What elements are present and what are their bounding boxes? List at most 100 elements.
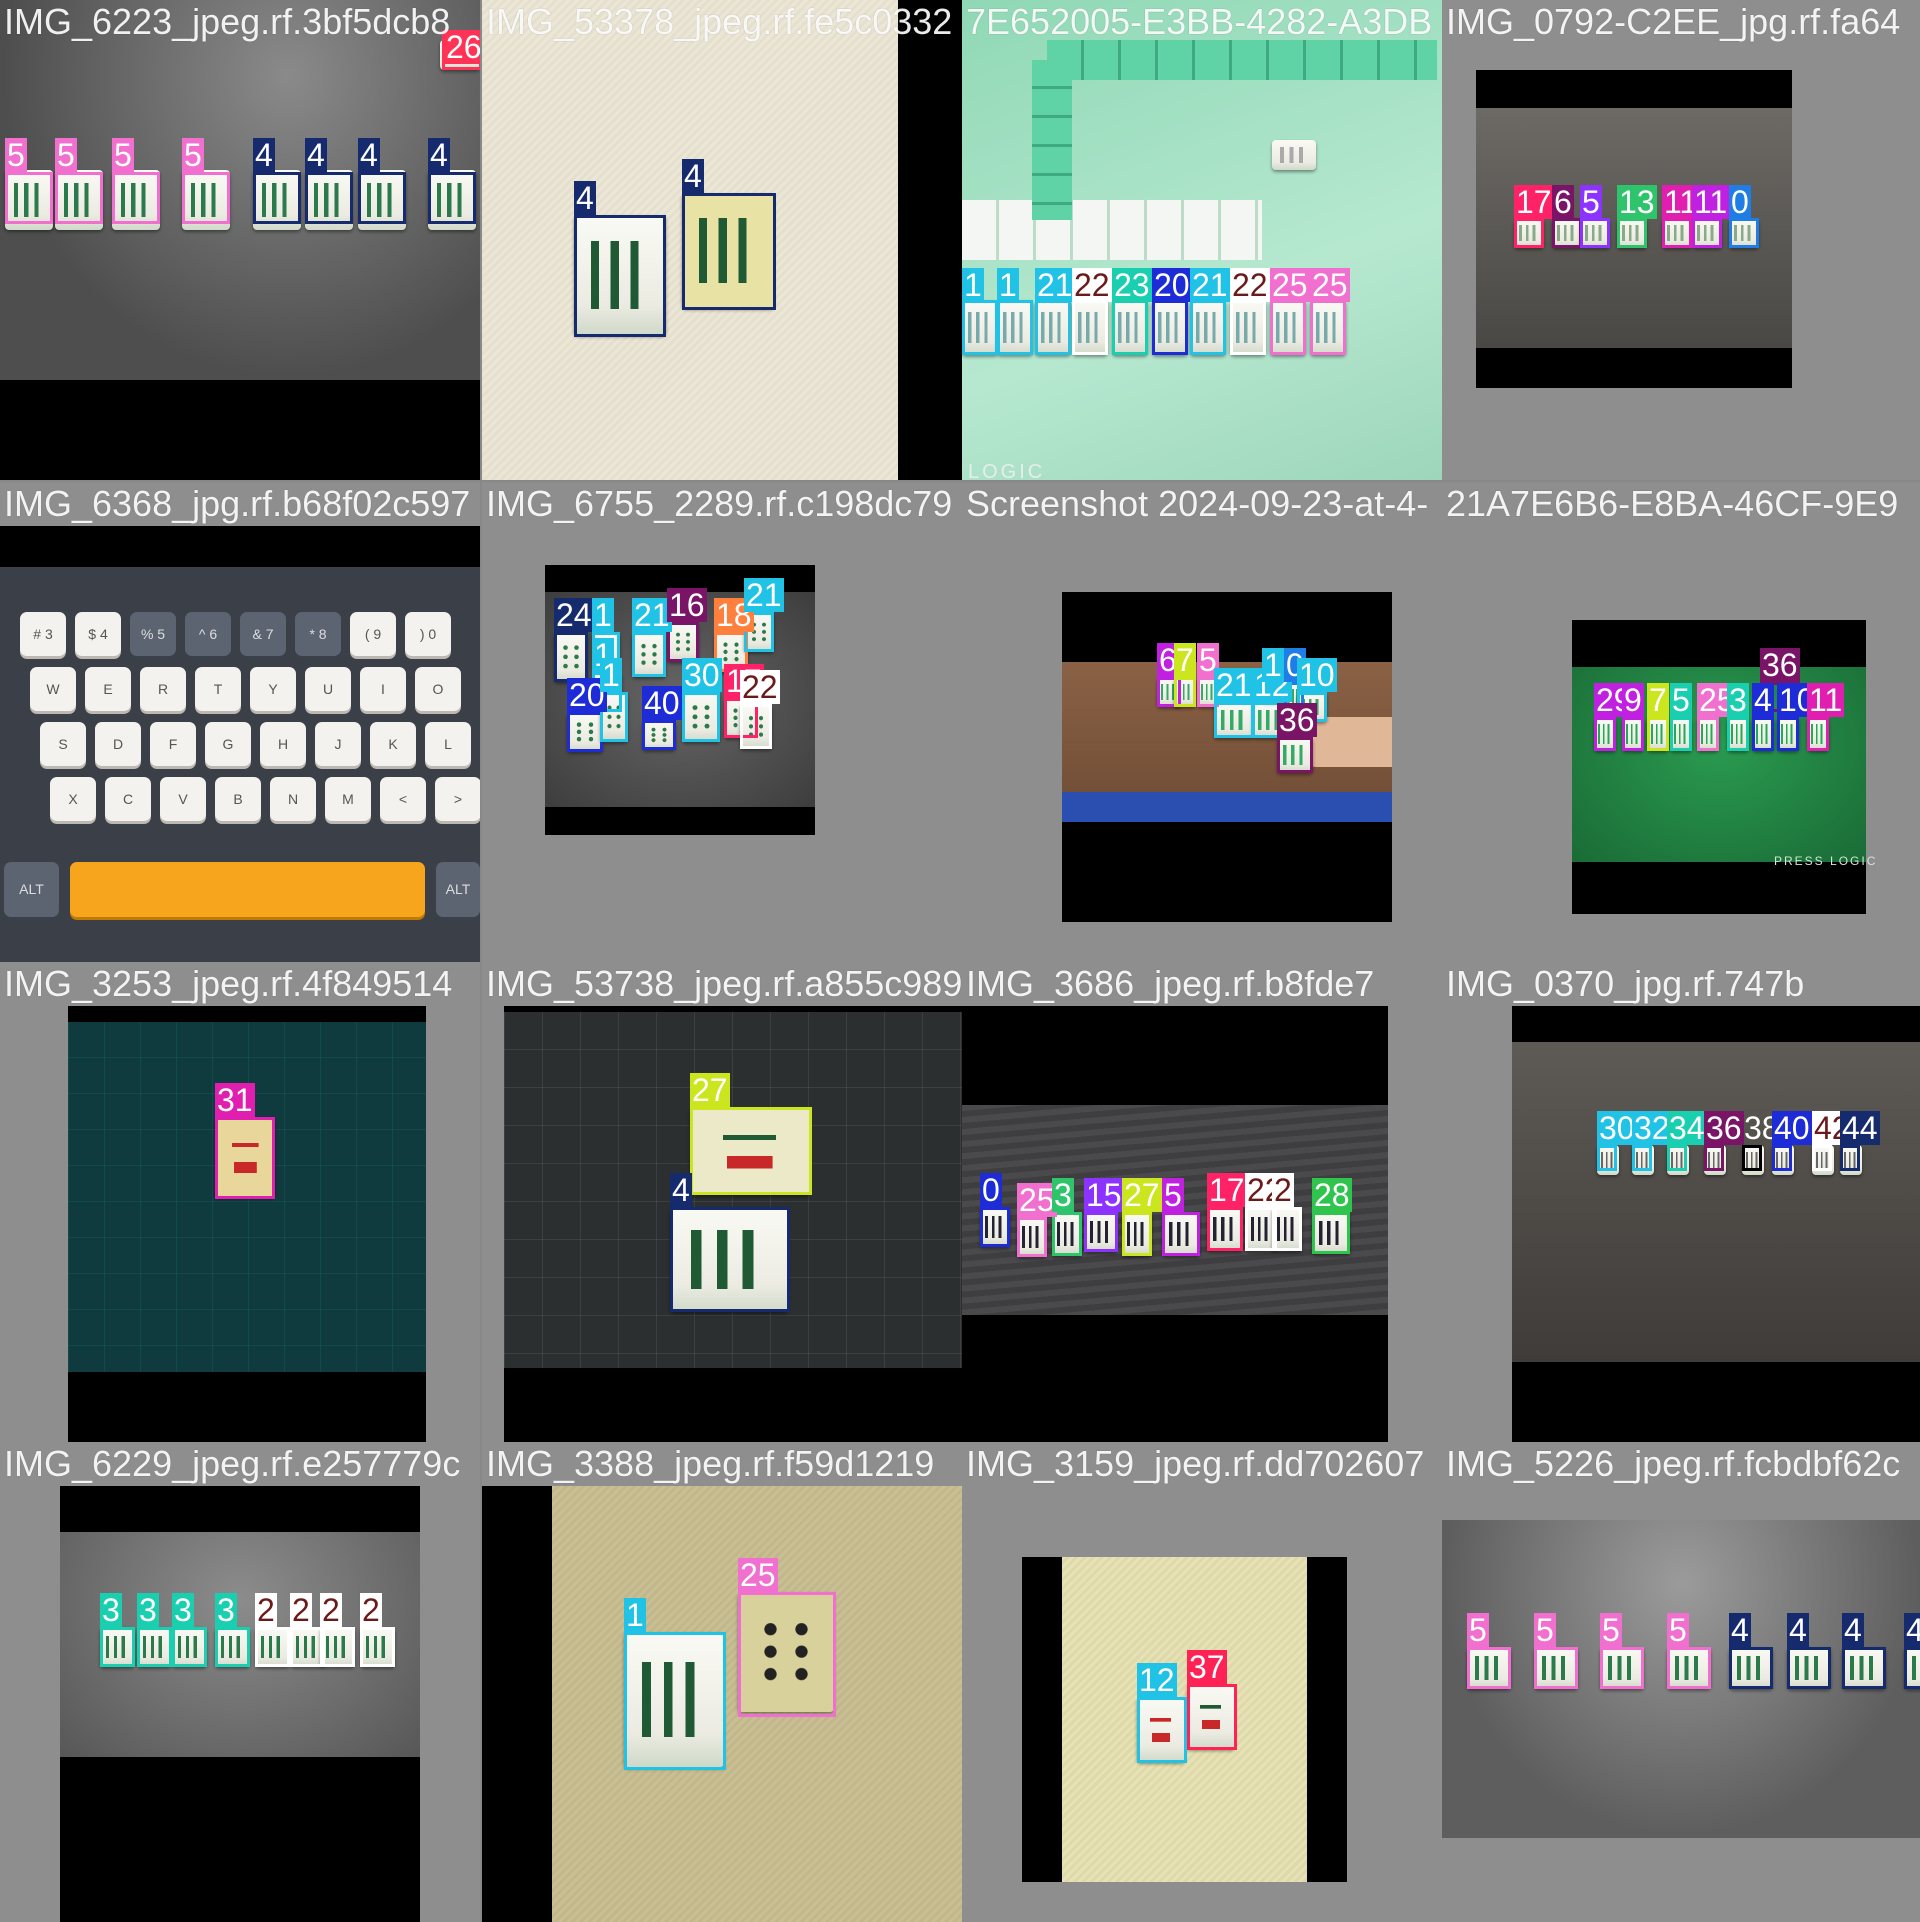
detection-box — [1112, 300, 1148, 355]
detection-box — [1174, 677, 1196, 707]
keyboard-key: ( 9 — [350, 612, 396, 656]
detection-label: 4 — [1842, 1612, 1864, 1648]
detection-box — [305, 172, 353, 224]
keyboard-key: N — [270, 777, 316, 821]
detection-label: 3 — [137, 1592, 159, 1628]
detection-label: 1 — [592, 597, 614, 633]
detection-label: 25 — [738, 1557, 778, 1593]
keyboard-key: L — [425, 722, 471, 766]
detection-box — [1084, 1212, 1118, 1252]
cell-title: IMG_5226_jpeg.rf.fcbdbf62c — [1446, 1443, 1901, 1484]
detection-box — [320, 1627, 355, 1667]
cell-title: IMG_3388_jpeg.rf.f59d1219 — [486, 1443, 935, 1484]
keyboard-key: D — [95, 722, 141, 766]
detection-box — [1692, 218, 1722, 248]
detection-box — [358, 172, 406, 224]
detection-box — [1742, 1145, 1762, 1171]
detection-box — [738, 1592, 836, 1717]
detection-label: 3 — [1052, 1177, 1074, 1213]
keyboard-key: R — [140, 667, 186, 711]
cell-title: IMG_6229_jpeg.rf.e257779c — [4, 1443, 461, 1484]
detection-label: 4 — [670, 1172, 692, 1208]
detection-box — [1152, 300, 1188, 355]
detection-label: 4 — [1904, 1613, 1920, 1647]
detection-label: 5 — [1667, 1612, 1689, 1648]
keyboard-key: C — [105, 777, 151, 821]
tile-symbol — [1279, 146, 1309, 164]
detection-box — [632, 632, 666, 677]
detection-box — [1137, 1697, 1187, 1763]
detection-box — [1162, 1212, 1200, 1256]
detection-label: 40 — [642, 685, 682, 721]
detection-box — [1729, 218, 1759, 248]
detection-box — [1662, 218, 1692, 248]
detection-box — [1840, 1145, 1860, 1171]
detection-label: 5 — [55, 137, 77, 173]
detection-box — [1600, 1647, 1644, 1689]
detection-label: 5 — [5, 137, 27, 173]
cell-title: 21A7E6B6-E8BA-46CF-9E9 — [1446, 483, 1899, 524]
detection-box — [428, 172, 476, 224]
detection-box — [740, 704, 772, 749]
keyboard-key: M — [325, 777, 371, 821]
detection-label: 13 — [1617, 184, 1657, 220]
detection-box — [1277, 737, 1313, 773]
detection-label: 4 — [574, 180, 596, 216]
detection-box — [642, 720, 676, 750]
cell-title: IMG_3253_jpeg.rf.4f849514 — [4, 963, 453, 1004]
detection-label: 4 — [253, 137, 275, 173]
detection-box — [182, 172, 230, 224]
detection-box — [1667, 1647, 1711, 1689]
watermark: LOGIC — [968, 461, 1046, 480]
grid-cell-16: IMG_5226_jpeg.rf.fcbdbf62c 5 5 5 5 4 4 4 4 — [1442, 1442, 1920, 1922]
detection-box — [1072, 300, 1108, 355]
cell-title: IMG_0792-C2EE_jpg.rf.fa64 — [1446, 1, 1901, 42]
detection-box — [1647, 717, 1669, 751]
blue-cloth — [1062, 792, 1392, 822]
detection-label: 12 — [1137, 1662, 1177, 1698]
detection-label: 40 — [1772, 1110, 1812, 1146]
detection-label: 7 — [1647, 682, 1669, 718]
detection-label: 4 — [428, 137, 450, 173]
grid-cell-15: IMG_3159_jpeg.rf.dd702607 12 37 — [962, 1442, 1442, 1922]
grid-cell-4: IMG_0792-C2EE_jpg.rf.fa64 17 6 5 13 11 11 0 — [1442, 0, 1920, 480]
detection-label: 2 — [360, 1592, 382, 1628]
detection-box — [962, 300, 998, 355]
detection-box — [1122, 1212, 1152, 1256]
detection-label: 28 — [1312, 1177, 1352, 1213]
detection-label: 3 — [172, 1592, 194, 1628]
detection-label: 10 — [1297, 657, 1337, 693]
detection-label: 21 — [1190, 267, 1230, 303]
grid-cell-7: Screenshot 2024-09-23-at-4- 6 7 5 21 12 1 0 10 36 — [962, 482, 1442, 962]
black-padding — [0, 380, 480, 480]
detection-box — [1552, 218, 1582, 248]
cell-title: IMG_6368_jpg.rf.b68f02c597 — [4, 483, 471, 524]
detection-box — [1514, 218, 1544, 248]
keyboard-key: # 3 — [20, 612, 66, 656]
detection-label: 5 — [1467, 1612, 1489, 1648]
detection-box — [255, 1627, 290, 1667]
grid-cell-1: IMG_6223_jpeg.rf.3bf5dcb8 5 5 5 5 4 4 4 4 26 — [0, 0, 480, 480]
cell-title: IMG_3159_jpeg.rf.dd702607 — [966, 1443, 1425, 1484]
detection-box — [1667, 1145, 1687, 1171]
detection-label: 15 — [1084, 1177, 1124, 1213]
detection-box — [1807, 717, 1829, 751]
keyboard-key: U — [305, 667, 351, 711]
keyboard-key: > — [435, 777, 480, 821]
detection-label: 22 — [740, 669, 780, 705]
detection-box — [1230, 300, 1266, 355]
detection-box — [55, 172, 103, 224]
cell-title: Screenshot 2024-09-23-at-4- — [966, 483, 1429, 524]
detection-box — [1697, 717, 1719, 751]
detection-label: 23 — [1112, 267, 1152, 303]
detection-label: 5 — [1670, 682, 1692, 718]
detection-label: 5 — [182, 137, 204, 173]
detection-box — [1035, 300, 1071, 355]
detection-box — [567, 712, 603, 752]
detection-box — [670, 1207, 790, 1312]
grid-cell-3: 7E652005-E3BB-4282-A3DB 1 1 21 22 23 20 21 22 25 2… — [962, 0, 1442, 480]
detection-box — [360, 1627, 395, 1667]
detection-label: 44 — [1840, 1110, 1880, 1146]
detection-label: 4 — [1752, 682, 1774, 718]
grid-cell-6: IMG_6755_2289.rf.c198dc79 24 1 21 16 18 21 1 20 1… — [482, 482, 962, 962]
